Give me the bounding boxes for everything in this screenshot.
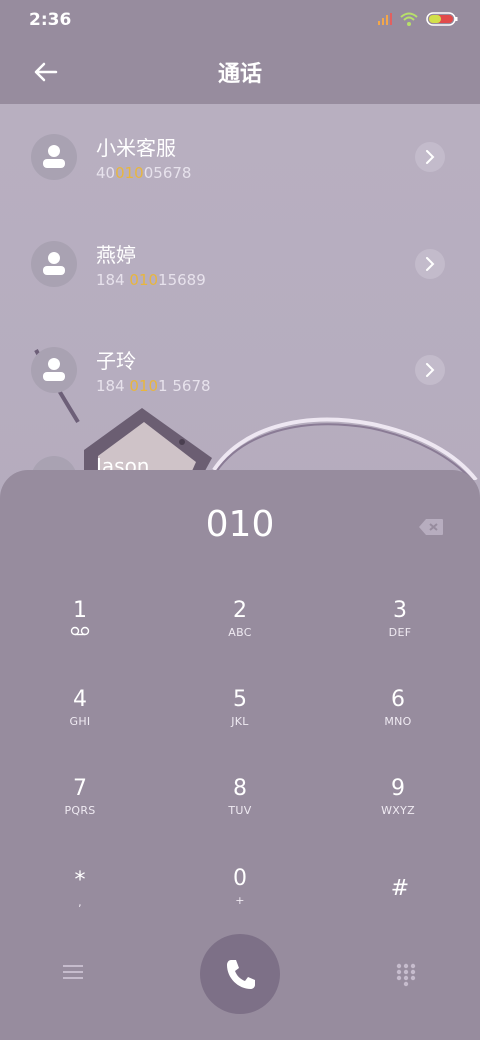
contact-row[interactable]: 燕婷 184 01015689	[0, 215, 480, 315]
dialpad-key-star[interactable]: * ,	[20, 868, 140, 938]
avatar	[31, 134, 77, 180]
key-letters: ABC	[228, 626, 252, 639]
menu-button[interactable]	[62, 963, 84, 981]
menu-icon	[63, 965, 83, 979]
dialpad-key-0[interactable]: 0 +	[180, 866, 300, 936]
person-icon	[43, 252, 65, 275]
call-button[interactable]	[200, 934, 280, 1014]
key-digit: 7	[73, 776, 87, 801]
dialpad-key-9[interactable]: 9 WXYZ	[338, 776, 458, 846]
dialpad-key-7[interactable]: 7 PQRS	[20, 776, 140, 846]
dialed-number-display: 010	[205, 504, 275, 545]
key-letters: GHI	[69, 715, 91, 728]
status-icons	[378, 12, 458, 26]
status-bar: 2:36	[0, 0, 480, 40]
page-title: 通话	[217, 62, 262, 87]
key-digit: #	[390, 876, 410, 901]
contact-name: 小米客服	[96, 136, 176, 160]
dialpad-key-6[interactable]: 6 MNO	[338, 687, 458, 757]
dialpad-sheet: 010 1 2 ABC 3 DEF 4 GHI 5 JKL 6 MNO 7 PQ…	[0, 470, 480, 1040]
dialpad-key-4[interactable]: 4 GHI	[20, 687, 140, 757]
key-digit: 1	[73, 598, 87, 623]
dialpad-key-2[interactable]: 2 ABC	[180, 598, 300, 668]
contact-detail-button[interactable]	[415, 249, 445, 279]
status-time: 2:36	[29, 10, 72, 30]
person-icon	[43, 358, 65, 381]
contact-detail-button[interactable]	[415, 142, 445, 172]
key-letters: MNO	[384, 715, 412, 728]
signal-icon	[378, 13, 392, 25]
key-letters: ,	[78, 896, 82, 909]
contact-row[interactable]: 子玲 184 0101 5678	[0, 321, 480, 421]
dialpad-key-5[interactable]: 5 JKL	[180, 687, 300, 757]
chevron-right-icon	[426, 150, 435, 164]
key-digit: *	[74, 868, 86, 893]
key-letters: +	[235, 894, 245, 907]
key-digit: 9	[391, 776, 405, 801]
contact-name: 子玲	[96, 349, 136, 373]
wifi-icon	[400, 12, 418, 26]
number-match-highlight: 010	[115, 164, 144, 182]
dialpad-key-hash[interactable]: #	[340, 876, 460, 946]
key-letters: DEF	[388, 626, 412, 639]
contact-row[interactable]: 小米客服 4001005678	[0, 108, 480, 208]
person-icon	[43, 145, 65, 168]
key-letters: TUV	[228, 804, 252, 817]
contact-name: 燕婷	[96, 243, 136, 267]
number-match-highlight: 010	[129, 377, 159, 395]
chevron-right-icon	[426, 363, 435, 377]
key-digit: 4	[73, 687, 87, 712]
backspace-button[interactable]	[418, 518, 444, 536]
key-letters: JKL	[231, 715, 249, 728]
key-digit: 3	[393, 598, 407, 623]
backspace-icon	[419, 519, 443, 535]
voicemail-icon	[20, 626, 140, 639]
contact-number: 184 0101 5678	[96, 377, 211, 395]
dialpad-key-3[interactable]: 3 DEF	[340, 598, 460, 668]
key-letters: PQRS	[64, 804, 96, 817]
key-digit: 6	[391, 687, 405, 712]
contact-number: 184 01015689	[96, 271, 206, 289]
key-letters: WXYZ	[381, 804, 415, 817]
avatar	[31, 347, 77, 393]
key-digit: 2	[233, 598, 247, 623]
contact-number: 4001005678	[96, 164, 192, 182]
key-digit: 5	[233, 687, 247, 712]
dialpad-grid-icon	[396, 963, 416, 987]
dialpad-key-1[interactable]: 1	[20, 598, 140, 668]
dialpad-toggle-button[interactable]	[396, 963, 416, 987]
battery-icon	[426, 12, 458, 26]
phone-icon	[227, 960, 255, 989]
contact-detail-button[interactable]	[415, 355, 445, 385]
avatar	[31, 241, 77, 287]
app-header: 通话	[0, 40, 480, 104]
number-match-highlight: 010	[129, 271, 159, 289]
key-digit: 0	[233, 866, 247, 891]
key-digit: 8	[233, 776, 247, 801]
dialpad-key-8[interactable]: 8 TUV	[180, 776, 300, 846]
chevron-right-icon	[426, 257, 435, 271]
